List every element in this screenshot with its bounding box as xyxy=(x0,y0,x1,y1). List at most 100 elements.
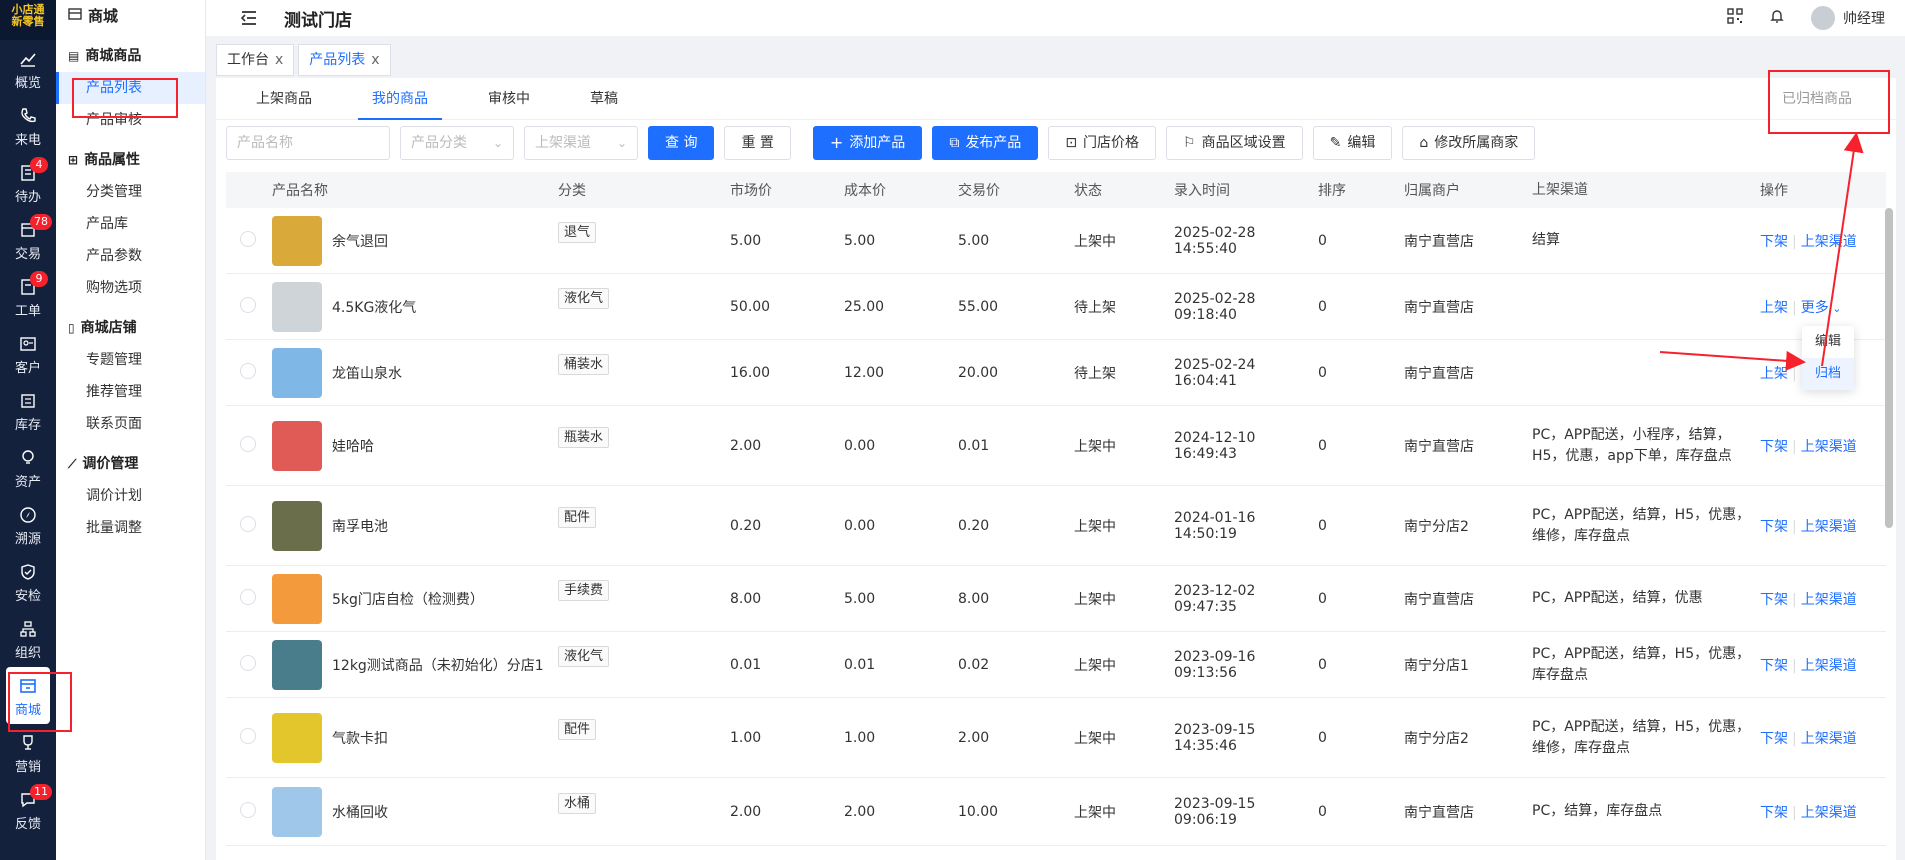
category-tag: 液化气 xyxy=(558,288,610,309)
channel-cell: 结算 xyxy=(1532,232,1560,248)
row-action-primary[interactable]: 下架 xyxy=(1760,439,1788,455)
secondary-menu: 商城 ▤ 商城商品 产品列表 产品审核 ⊞ 商品属性 分类管理 产品库 产品参数 购物选项 ▯ 商城店… xyxy=(56,0,206,860)
row-action-primary[interactable]: 下架 xyxy=(1760,731,1788,747)
top-header: 测试门店 帅经理 xyxy=(206,0,1905,36)
row-radio[interactable] xyxy=(240,230,256,247)
merchant-cell: 南宁分店2 xyxy=(1404,518,1469,535)
row-radio[interactable] xyxy=(240,801,256,818)
query-button[interactable]: 查 询 xyxy=(648,126,715,160)
brand-logo: 小店通 新零售 xyxy=(0,0,56,40)
submenu-item[interactable]: 推荐管理 xyxy=(56,376,205,408)
row-action-primary[interactable]: 下架 xyxy=(1760,519,1788,535)
channel-select[interactable]: 上架渠道 ⌄ xyxy=(524,126,638,160)
add-product-button[interactable]: + 添加产品 xyxy=(812,126,923,160)
page-tab-workbench[interactable]: 工作台 x xyxy=(216,44,295,76)
tab-reviewing[interactable]: 审核中 xyxy=(488,78,562,120)
row-action-secondary[interactable]: 更多 xyxy=(1801,300,1829,316)
shield-icon xyxy=(19,563,37,581)
submenu-group-label: 调价管理 xyxy=(82,456,139,472)
status-cell: 上架中 xyxy=(1074,518,1116,535)
bell-icon[interactable] xyxy=(1769,8,1785,28)
rail-item-ticket[interactable]: 工单 9 xyxy=(0,268,56,325)
rail-item-phone[interactable]: 来电 xyxy=(0,97,56,154)
submenu-item[interactable]: 购物选项 xyxy=(56,272,205,304)
row-radio[interactable] xyxy=(240,654,256,671)
flag-icon: ⚐ xyxy=(1183,135,1196,151)
tab-draft[interactable]: 草稿 xyxy=(590,78,650,120)
table-scrollbar[interactable] xyxy=(1885,208,1893,528)
submenu-item[interactable]: 联系页面 xyxy=(56,408,205,440)
row-action-primary[interactable]: 下架 xyxy=(1760,805,1788,821)
dropdown-edit-item[interactable]: 编辑 xyxy=(1802,326,1854,358)
submenu-group-label: 商城店铺 xyxy=(80,320,137,336)
submenu-item[interactable]: 产品库 xyxy=(56,208,205,240)
dropdown-archive-item[interactable]: 归档 xyxy=(1802,358,1854,390)
row-action-secondary[interactable]: 上架渠道 xyxy=(1801,805,1857,821)
rail-item-trade[interactable]: 交易 78 xyxy=(0,211,56,268)
reset-button[interactable]: 重 置 xyxy=(724,126,791,160)
row-action-secondary[interactable]: 上架渠道 xyxy=(1801,519,1857,535)
product-name-input[interactable]: 产品名称 xyxy=(226,126,390,160)
publish-product-button[interactable]: ⧉ 发布产品 xyxy=(932,126,1039,160)
region-settings-button[interactable]: ⚐ 商品区域设置 xyxy=(1166,126,1303,160)
tab-my-products[interactable]: 我的商品 xyxy=(358,78,460,120)
rail-item-bulb[interactable]: 资产 xyxy=(0,439,56,496)
trade-price-cell: 10.00 xyxy=(958,803,999,820)
rail-item-chart[interactable]: 概览 xyxy=(0,40,56,97)
row-action-secondary[interactable]: 上架渠道 xyxy=(1801,592,1857,608)
row-radio[interactable] xyxy=(240,727,256,744)
product-thumbnail xyxy=(272,281,322,332)
row-action-primary[interactable]: 下架 xyxy=(1760,234,1788,250)
row-action-primary[interactable]: 下架 xyxy=(1760,592,1788,608)
rail-item-shield[interactable]: 安检 xyxy=(0,553,56,610)
rail-item-todo[interactable]: 待办 4 xyxy=(0,154,56,211)
row-radio[interactable] xyxy=(240,296,256,313)
row-radio[interactable] xyxy=(240,362,256,379)
row-radio[interactable] xyxy=(240,515,256,532)
rail-item-label: 营销 xyxy=(14,760,41,775)
rail-item-compass[interactable]: 溯源 xyxy=(0,496,56,553)
row-radio[interactable] xyxy=(240,435,256,452)
row-select-cell xyxy=(226,727,272,748)
submenu-item[interactable]: 分类管理 xyxy=(56,176,205,208)
sort-cell: 0 xyxy=(1318,729,1327,746)
channel-cell: PC，APP配送，小程序，结算，H5，优惠，app下单，库存盘点 xyxy=(1532,426,1732,464)
change-merchant-button[interactable]: ⌂ 修改所属商家 xyxy=(1402,126,1536,160)
edit-button[interactable]: ✎ 编辑 xyxy=(1312,126,1393,160)
qrcode-icon[interactable] xyxy=(1727,8,1743,28)
product-cell: 4.5KG液化气 xyxy=(272,281,558,332)
row-select-cell xyxy=(226,296,272,317)
rail-item-feedback[interactable]: 反馈 11 xyxy=(0,781,56,838)
rail-item-trophy[interactable]: 营销 xyxy=(0,724,56,781)
row-action-secondary[interactable]: 上架渠道 xyxy=(1801,439,1857,455)
store-price-button[interactable]: ⊡ 门店价格 xyxy=(1048,126,1157,160)
submenu-item[interactable]: 专题管理 xyxy=(56,344,205,376)
tab-listed[interactable]: 上架商品 xyxy=(256,78,344,120)
submenu-item[interactable]: 产品参数 xyxy=(56,240,205,272)
category-select[interactable]: 产品分类 ⌄ xyxy=(400,126,514,160)
submenu-title: 商城 xyxy=(56,0,205,32)
rail-item-label: 溯源 xyxy=(14,532,41,547)
submenu-item[interactable]: 批量调整 xyxy=(56,512,205,544)
row-action-primary[interactable]: 上架 xyxy=(1760,366,1788,382)
row-action-primary[interactable]: 下架 xyxy=(1760,658,1788,674)
row-action-primary[interactable]: 上架 xyxy=(1760,300,1788,316)
submenu-item[interactable]: 调价计划 xyxy=(56,480,205,512)
category-tag: 液化气 xyxy=(558,646,610,667)
rail-item-inventory[interactable]: 库存 xyxy=(0,382,56,439)
row-select-cell xyxy=(226,362,272,383)
menu-fold-icon[interactable] xyxy=(240,9,258,27)
row-radio[interactable] xyxy=(240,588,256,605)
rail-item-org[interactable]: 组织 xyxy=(0,610,56,667)
highlight-archived-products xyxy=(1768,70,1890,134)
user-menu[interactable]: 帅经理 xyxy=(1811,6,1885,30)
page-tab-product-list[interactable]: 产品列表 x xyxy=(298,44,391,76)
market-price-cell: 2.00 xyxy=(730,437,762,454)
close-icon[interactable]: x xyxy=(275,45,283,75)
row-action-secondary[interactable]: 上架渠道 xyxy=(1801,658,1857,674)
row-action-secondary[interactable]: 上架渠道 xyxy=(1801,234,1857,250)
row-action-secondary[interactable]: 上架渠道 xyxy=(1801,731,1857,747)
rail-item-customer[interactable]: 客户 xyxy=(0,325,56,382)
close-icon[interactable]: x xyxy=(371,45,379,75)
notification-badge: 4 xyxy=(30,157,48,173)
